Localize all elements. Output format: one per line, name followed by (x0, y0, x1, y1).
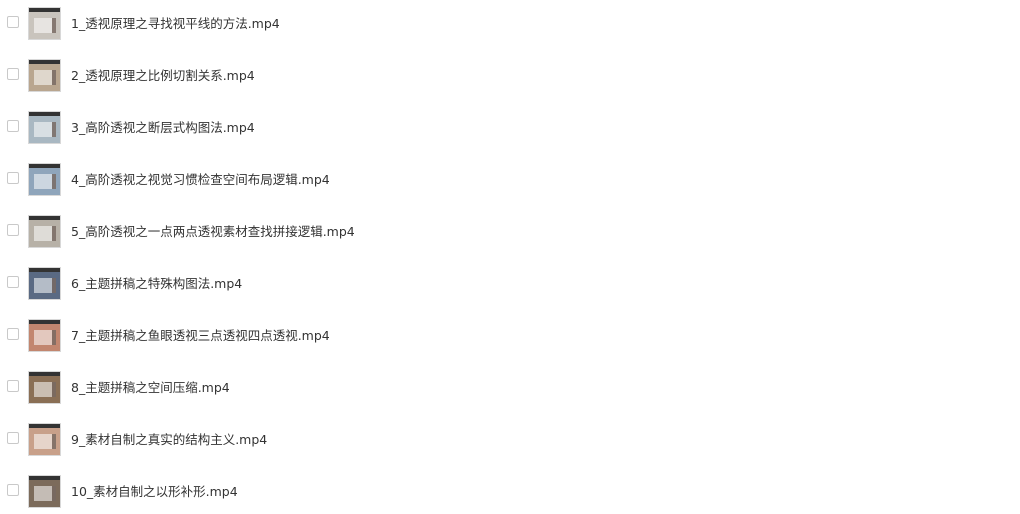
file-row[interactable]: 7_主题拼稿之鱼眼透视三点透视四点透视.mp4 (0, 314, 600, 354)
select-checkbox[interactable] (7, 432, 19, 444)
file-row[interactable]: 2_透视原理之比例切割关系.mp4 (0, 54, 600, 94)
file-name[interactable]: 2_透视原理之比例切割关系.mp4 (71, 68, 255, 84)
video-thumbnail-icon[interactable] (28, 7, 61, 40)
select-checkbox[interactable] (7, 172, 19, 184)
video-thumbnail-icon[interactable] (28, 59, 61, 92)
select-checkbox[interactable] (7, 328, 19, 340)
video-thumbnail-icon[interactable] (28, 319, 61, 352)
file-list: 1_透视原理之寻找视平线的方法.mp4 2_透视原理之比例切割关系.mp4 3_… (0, 0, 1020, 514)
file-row[interactable]: 6_主题拼稿之特殊构图法.mp4 (0, 262, 600, 302)
select-checkbox[interactable] (7, 380, 19, 392)
video-thumbnail-icon[interactable] (28, 371, 61, 404)
file-name[interactable]: 7_主题拼稿之鱼眼透视三点透视四点透视.mp4 (71, 328, 330, 344)
select-checkbox[interactable] (7, 484, 19, 496)
file-row[interactable]: 10_素材自制之以形补形.mp4 (0, 470, 600, 510)
video-thumbnail-icon[interactable] (28, 475, 61, 508)
video-thumbnail-icon[interactable] (28, 423, 61, 456)
file-name[interactable]: 3_高阶透视之断层式构图法.mp4 (71, 120, 255, 136)
video-thumbnail-icon[interactable] (28, 163, 61, 196)
video-thumbnail-icon[interactable] (28, 267, 61, 300)
file-row[interactable]: 4_高阶透视之视觉习惯检查空间布局逻辑.mp4 (0, 158, 600, 198)
file-row[interactable]: 5_高阶透视之一点两点透视素材查找拼接逻辑.mp4 (0, 210, 600, 250)
file-name[interactable]: 8_主题拼稿之空间压缩.mp4 (71, 380, 230, 396)
video-thumbnail-icon[interactable] (28, 111, 61, 144)
file-row[interactable]: 1_透视原理之寻找视平线的方法.mp4 (0, 2, 600, 42)
file-name[interactable]: 5_高阶透视之一点两点透视素材查找拼接逻辑.mp4 (71, 224, 355, 240)
select-checkbox[interactable] (7, 276, 19, 288)
file-name[interactable]: 10_素材自制之以形补形.mp4 (71, 484, 238, 500)
file-name[interactable]: 6_主题拼稿之特殊构图法.mp4 (71, 276, 242, 292)
file-name[interactable]: 1_透视原理之寻找视平线的方法.mp4 (71, 16, 280, 32)
file-name[interactable]: 4_高阶透视之视觉习惯检查空间布局逻辑.mp4 (71, 172, 330, 188)
file-row[interactable]: 8_主题拼稿之空间压缩.mp4 (0, 366, 600, 406)
select-checkbox[interactable] (7, 224, 19, 236)
file-name[interactable]: 9_素材自制之真实的结构主义.mp4 (71, 432, 267, 448)
file-row[interactable]: 9_素材自制之真实的结构主义.mp4 (0, 418, 600, 458)
file-row[interactable]: 3_高阶透视之断层式构图法.mp4 (0, 106, 600, 146)
select-checkbox[interactable] (7, 120, 19, 132)
video-thumbnail-icon[interactable] (28, 215, 61, 248)
select-checkbox[interactable] (7, 16, 19, 28)
select-checkbox[interactable] (7, 68, 19, 80)
